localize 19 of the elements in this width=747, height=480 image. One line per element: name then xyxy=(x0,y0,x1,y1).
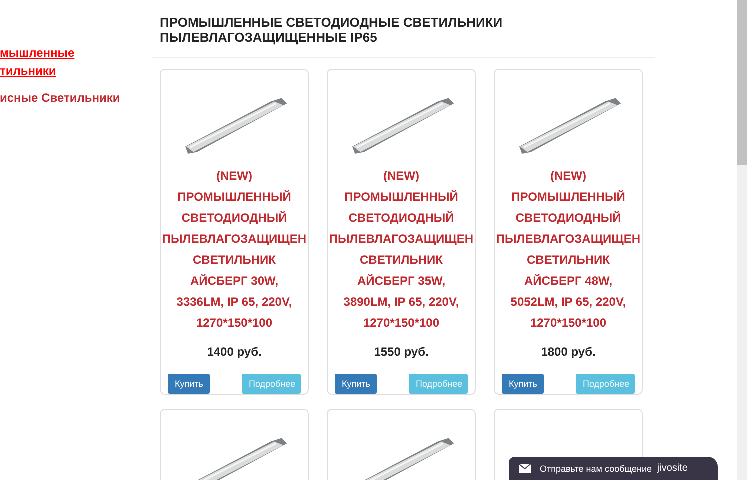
product-title[interactable]: (NEW) ПРОМЫШЛЕННЫЙ СВЕТОДИОДНЫЙ ПЫЛЕВЛАГОЗАЩИЩЕН СВЕТИЛЬНИК АЙСБЕРГ 35W, 3890LM, IP 65, 220V, 1270*150*100 xyxy=(329,166,474,334)
price: 1400 руб. xyxy=(207,345,262,359)
buy-button[interactable]: Купить xyxy=(502,374,544,394)
category-link[interactable]: мышленные xyxy=(0,44,75,62)
chat-brand: jivosite xyxy=(657,463,688,474)
product-title[interactable]: (NEW) ПРОМЫШЛЕННЫЙ СВЕТОДИОДНЫЙ ПЫЛЕВЛАГОЗАЩИЩЕН СВЕТИЛЬНИК АЙСБЕРГ 30W, 3336LM, IP 65, 220V, 1270*150*100 xyxy=(162,166,307,334)
price: 1550 руб. xyxy=(374,345,429,359)
scrollbar[interactable] xyxy=(737,0,747,480)
category-link[interactable]: исные Светильники xyxy=(0,89,120,107)
buy-button[interactable]: Купить xyxy=(168,374,210,394)
envelope-icon xyxy=(519,464,531,473)
category-link[interactable]: тильники xyxy=(0,62,56,80)
page-heading: ПРОМЫШЛЕННЫЕ СВЕТОДИОДНЫЕ СВЕТИЛЬНИКИ ПЫЛЕВЛАГОЗАЩИЩЕННЫЕ IP65 xyxy=(160,15,504,45)
buy-button[interactable]: Купить xyxy=(335,374,377,394)
chat-widget[interactable]: Отправьте нам сообщение jivosite xyxy=(509,457,718,480)
product-title[interactable]: (NEW) ПРОМЫШЛЕННЫЙ СВЕТОДИОДНЫЙ ПЫЛЕВЛАГОЗАЩИЩЕН СВЕТИЛЬНИК АЙСБЕРГ 48W, 5052LM, IP 65, 220V, 1270*150*100 xyxy=(496,166,641,334)
price: 1800 руб. xyxy=(541,345,596,359)
chat-label: Отправьте нам сообщение xyxy=(540,464,652,474)
scrollbar-thumb[interactable] xyxy=(737,0,747,165)
